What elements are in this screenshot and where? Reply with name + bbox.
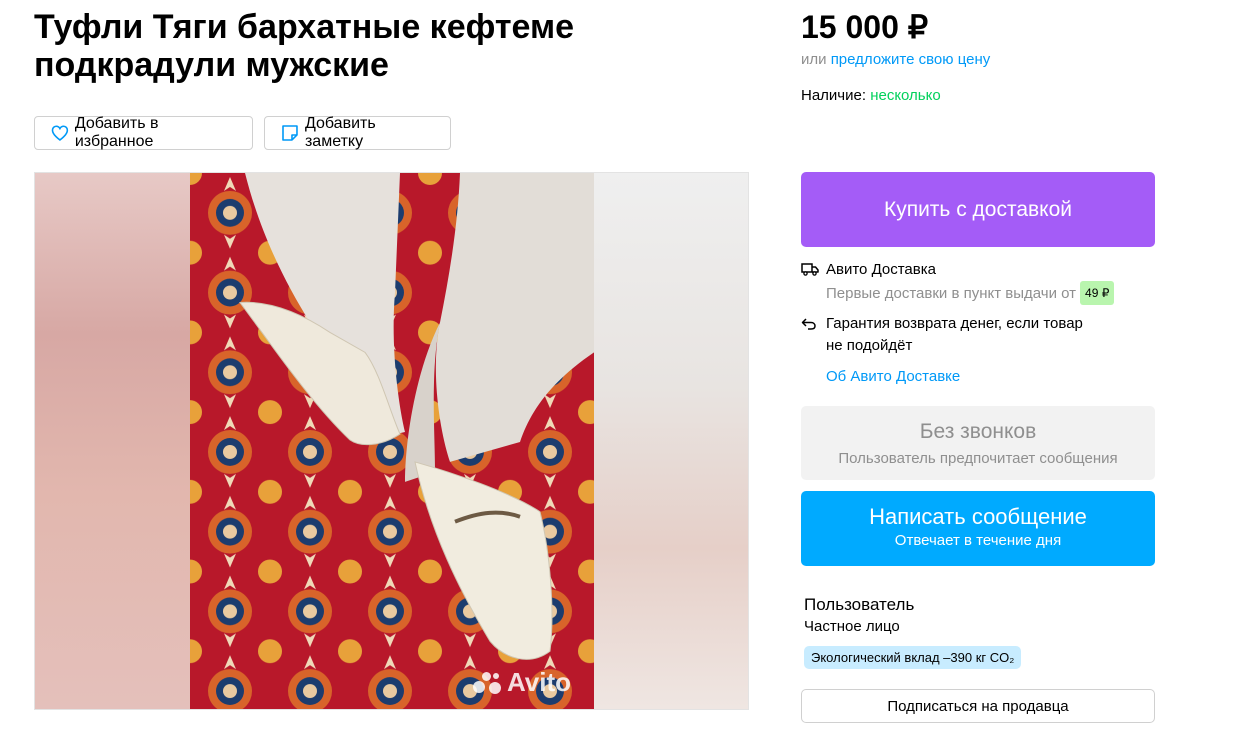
price-offer-line: или предложите свою цену <box>801 51 990 68</box>
write-message-title: Написать сообщение <box>869 504 1087 529</box>
delivery-price-badge: 49 ₽ <box>1080 281 1115 305</box>
buy-with-delivery-label: Купить с доставкой <box>883 197 1073 221</box>
add-note-label: Добавить заметку <box>304 115 376 150</box>
write-message-subtitle: Отвечает в течение дня <box>894 532 1062 549</box>
write-message-button[interactable]: Написать сообщение Отвечает в течение дн… <box>801 491 1155 566</box>
no-calls-title: Без звонков <box>919 420 1037 443</box>
watermark-text: Avito <box>507 667 572 697</box>
listing-title: Туфли Тяги бархатные кефтеме подкрадули … <box>34 8 575 84</box>
price: 15 000 ₽ <box>801 9 929 45</box>
availability-label: Наличие: <box>801 87 871 104</box>
avito-watermark: Avito <box>473 667 571 698</box>
seller-type: Частное лицо <box>804 618 900 635</box>
guarantee-line-2: не подойдёт <box>826 337 913 354</box>
add-to-favorites-label: Добавить в избранное <box>74 115 159 150</box>
add-to-favorites-button[interactable]: Добавить в избранное <box>34 115 253 150</box>
availability-value: несколько <box>870 87 941 104</box>
truck-icon <box>801 263 819 276</box>
subscribe-seller-button[interactable]: Подписаться на продавца <box>801 689 1155 723</box>
photo-gallery[interactable]: Avito <box>34 172 749 710</box>
gallery-blur-right <box>592 173 748 709</box>
price-offer-prefix: или <box>801 51 831 68</box>
avito-delivery-title: Авито Доставка <box>826 261 936 278</box>
offer-price-link[interactable]: предложите свою цену <box>831 51 991 68</box>
subscribe-seller-label: Подписаться на продавца <box>887 697 1069 715</box>
seller-name[interactable]: Пользователь <box>804 595 914 615</box>
gallery-blur-left <box>35 173 191 709</box>
first-delivery-label: Первые доставки в пункт выдачи от <box>826 285 1077 302</box>
eco-contribution-badge: Экологический вклад –390 кг CO₂ <box>804 646 1022 669</box>
about-avito-delivery-link[interactable]: Об Авито Доставке <box>826 368 960 385</box>
no-calls-notice: Без звонков Пользователь предпочитает со… <box>801 406 1155 480</box>
first-delivery-text: Первые доставки в пункт выдачи от 49 ₽ <box>826 281 1115 305</box>
availability: Наличие: несколько <box>801 87 941 104</box>
listing-photo[interactable] <box>190 173 594 709</box>
add-note-button[interactable]: Добавить заметку <box>264 115 451 150</box>
heart-icon <box>51 125 69 141</box>
guarantee-line-1: Гарантия возврата денег, если товар <box>826 315 1083 332</box>
avito-logo-icon <box>473 670 503 696</box>
no-calls-subtitle: Пользователь предпочитает сообщения <box>838 450 1118 467</box>
return-arrow-icon <box>801 318 816 330</box>
buy-with-delivery-button[interactable]: Купить с доставкой <box>801 172 1155 247</box>
note-icon <box>282 125 298 141</box>
